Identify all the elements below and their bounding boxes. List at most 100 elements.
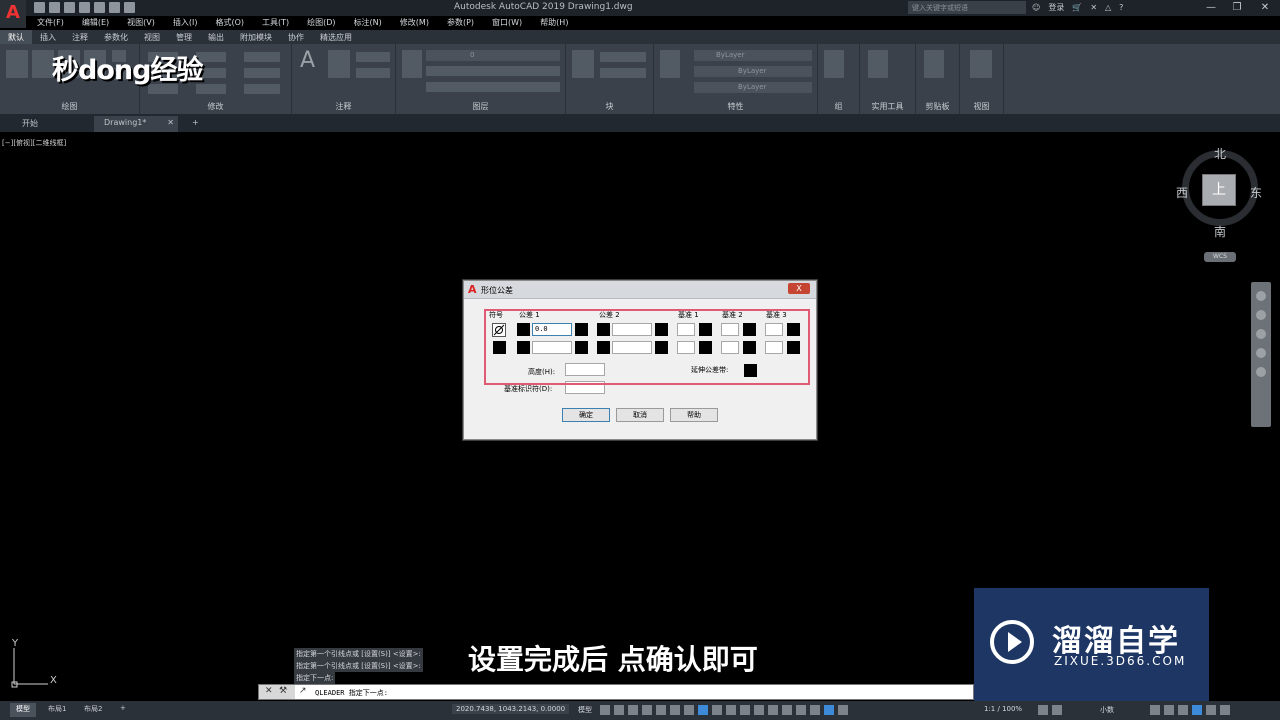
layout-tab-model[interactable]: 模型: [10, 703, 36, 717]
tab-featured-apps[interactable]: 精选应用: [312, 30, 360, 44]
viewport-controls[interactable]: [−][俯视][二维线框]: [2, 138, 66, 148]
table-tool-icon[interactable]: [356, 68, 390, 78]
undo-icon[interactable]: [109, 2, 120, 13]
menu-view[interactable]: 视图(V): [118, 16, 164, 30]
viewcube-top-face[interactable]: 上: [1202, 174, 1236, 206]
redo-icon[interactable]: [124, 2, 135, 13]
array-tool-icon[interactable]: [244, 84, 280, 94]
dimension-tool-icon[interactable]: [328, 50, 350, 78]
maximize-button[interactable]: ❐: [1222, 0, 1252, 16]
save-as-icon[interactable]: [79, 2, 90, 13]
group-icon[interactable]: [824, 50, 844, 78]
layer-properties-icon[interactable]: [402, 50, 422, 78]
model-space-toggle[interactable]: 模型: [578, 705, 592, 715]
tab-view[interactable]: 视图: [136, 30, 168, 44]
tab-parametric[interactable]: 参数化: [96, 30, 136, 44]
auto-scale-icon[interactable]: [838, 705, 848, 715]
selection-filter-icon[interactable]: [796, 705, 806, 715]
save-icon[interactable]: [64, 2, 75, 13]
plot-icon[interactable]: [94, 2, 105, 13]
color-dropdown[interactable]: ByLayer: [694, 50, 812, 61]
menu-tools[interactable]: 工具(T): [253, 16, 298, 30]
grid-icon[interactable]: [600, 705, 610, 715]
help-button[interactable]: 帮助: [670, 408, 718, 422]
help-icon[interactable]: ?: [1119, 3, 1123, 12]
compass-north[interactable]: 北: [1214, 145, 1226, 162]
layout-tab-layout1[interactable]: 布局1: [42, 703, 72, 717]
polyline-tool-icon[interactable]: [32, 50, 54, 78]
ortho-icon[interactable]: [656, 705, 666, 715]
tab-annotate[interactable]: 注释: [64, 30, 96, 44]
fillet-tool-icon[interactable]: [244, 68, 280, 78]
login-button[interactable]: 登录: [1048, 2, 1064, 13]
full-navigation-wheel-icon[interactable]: [1256, 291, 1266, 301]
customize-icon[interactable]: ⚒: [279, 686, 287, 696]
user-icon[interactable]: ☺: [1032, 3, 1040, 12]
menu-insert[interactable]: 插入(I): [164, 16, 207, 30]
file-tab-start[interactable]: 开始: [12, 116, 48, 132]
insert-block-icon[interactable]: [572, 50, 594, 78]
create-block-icon[interactable]: [600, 52, 646, 62]
menu-modify[interactable]: 修改(M): [391, 16, 438, 30]
clean-screen-icon[interactable]: [1206, 705, 1216, 715]
cancel-button[interactable]: 取消: [616, 408, 664, 422]
leader-tool-icon[interactable]: [356, 52, 390, 62]
zoom-icon[interactable]: [1256, 329, 1266, 339]
linetype-dropdown[interactable]: ByLayer: [694, 66, 812, 77]
close-tab-icon[interactable]: ✕: [167, 118, 174, 127]
units-setting[interactable]: 小数: [1100, 705, 1114, 715]
workspace-switching-icon[interactable]: [1038, 705, 1048, 715]
isolate-objects-icon[interactable]: [1178, 705, 1188, 715]
snap-icon[interactable]: [614, 705, 624, 715]
tab-collaborate[interactable]: 协作: [280, 30, 312, 44]
menu-file[interactable]: 文件(F): [28, 16, 73, 30]
polar-icon[interactable]: [670, 705, 680, 715]
lineweight-icon[interactable]: [726, 705, 736, 715]
layer-dropdown[interactable]: 0: [426, 50, 560, 61]
match-properties-icon[interactable]: [660, 50, 680, 78]
cart-icon[interactable]: 🛒: [1072, 3, 1082, 12]
dynamic-ucs-icon[interactable]: [782, 705, 792, 715]
connect-icon[interactable]: △: [1105, 3, 1111, 12]
new-icon[interactable]: [34, 2, 45, 13]
orbit-icon[interactable]: [1256, 348, 1266, 358]
layer-tools-icon[interactable]: [426, 66, 560, 76]
open-icon[interactable]: [49, 2, 60, 13]
menu-help[interactable]: 帮助(H): [531, 16, 577, 30]
wcs-menu[interactable]: WCS: [1204, 252, 1236, 262]
ok-button[interactable]: 确定: [562, 408, 610, 422]
tab-default[interactable]: 默认: [0, 30, 32, 44]
menu-format[interactable]: 格式(O): [206, 16, 253, 30]
trim-tool-icon[interactable]: [244, 52, 280, 62]
infer-constraints-icon[interactable]: [628, 705, 638, 715]
3d-osnap-icon[interactable]: [768, 705, 778, 715]
command-line[interactable]: ✕ ⚒ ↗ QLEADER 指定下一点:: [258, 684, 974, 700]
selection-cycling-icon[interactable]: [754, 705, 764, 715]
close-window-button[interactable]: ✕: [1250, 0, 1280, 16]
tab-addins[interactable]: 附加模块: [232, 30, 280, 44]
isodraft-icon[interactable]: [684, 705, 694, 715]
layout-tab-layout2[interactable]: 布局2: [78, 703, 108, 717]
menu-parametric[interactable]: 参数(P): [438, 16, 483, 30]
layer-tools-2-icon[interactable]: [426, 82, 560, 92]
paste-icon[interactable]: [924, 50, 944, 78]
dynamic-input-icon[interactable]: [642, 705, 652, 715]
add-layout-button[interactable]: +: [114, 703, 132, 717]
gizmo-icon[interactable]: [810, 705, 820, 715]
exchange-icon[interactable]: ✕: [1090, 3, 1097, 12]
measure-icon[interactable]: [868, 50, 888, 78]
new-tab-button[interactable]: +: [182, 116, 209, 132]
base-view-icon[interactable]: [970, 50, 992, 78]
text-tool-icon[interactable]: A: [300, 48, 315, 73]
coordinates-readout[interactable]: 2020.7438, 1043.2143, 0.0000: [452, 704, 570, 714]
close-command-line-icon[interactable]: ✕: [265, 686, 273, 696]
hardware-acceleration-icon[interactable]: [1192, 705, 1202, 715]
showmotion-icon[interactable]: [1256, 367, 1266, 377]
object-snap-icon[interactable]: [712, 705, 722, 715]
menu-edit[interactable]: 编辑(E): [73, 16, 118, 30]
annotation-scale[interactable]: 1:1 / 100%: [984, 705, 1022, 713]
search-input[interactable]: 键入关键字或短语: [908, 1, 1026, 14]
compass-east[interactable]: 东: [1250, 184, 1262, 201]
annotation-monitor-icon[interactable]: [1052, 705, 1062, 715]
menu-draw[interactable]: 绘图(D): [298, 16, 344, 30]
